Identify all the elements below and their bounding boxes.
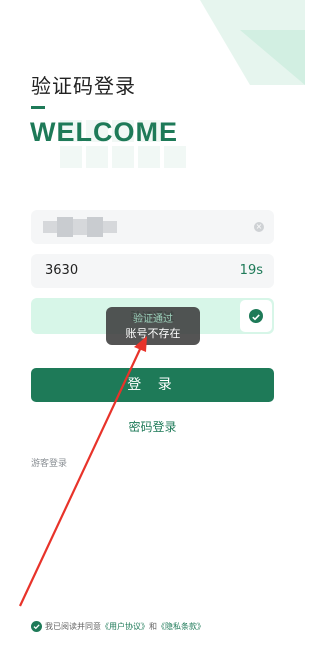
code-value: 3630 [45, 263, 79, 278]
privacy-policy-link[interactable]: 《隐私条款》 [157, 622, 205, 631]
toast-message: 验证通过 账号不存在 [106, 307, 200, 345]
title-divider [31, 106, 45, 109]
resend-countdown: 19s [239, 263, 263, 278]
agreement-text: 我已阅读并同意《用户协议》和《隐私条款》 [45, 621, 205, 632]
toast-text: 账号不存在 [125, 327, 181, 340]
obscured-phone-value [43, 217, 117, 237]
login-button[interactable]: 登 录 [31, 368, 274, 402]
user-agreement-link[interactable]: 《用户协议》 [101, 622, 149, 631]
clear-icon[interactable]: × [254, 222, 264, 232]
welcome-heading: WELCOME [30, 117, 178, 147]
verify-slider-handle[interactable] [240, 300, 272, 332]
guest-login-link[interactable]: 游客登录 [31, 456, 67, 469]
check-icon [249, 309, 263, 323]
toast-underlay-text: 验证通过 [133, 314, 173, 325]
page-title: 验证码登录 [31, 74, 136, 98]
phone-input[interactable]: × [31, 210, 274, 244]
agreement-checkbox[interactable] [31, 621, 42, 632]
password-login-link[interactable]: 密码登录 [0, 418, 305, 435]
agreement-prefix: 我已阅读并同意 [45, 622, 101, 631]
check-icon [33, 624, 40, 630]
verification-code-input[interactable]: 3630 19s [31, 254, 274, 288]
header-background-decoration [60, 0, 305, 168]
agreement-and: 和 [149, 622, 157, 631]
